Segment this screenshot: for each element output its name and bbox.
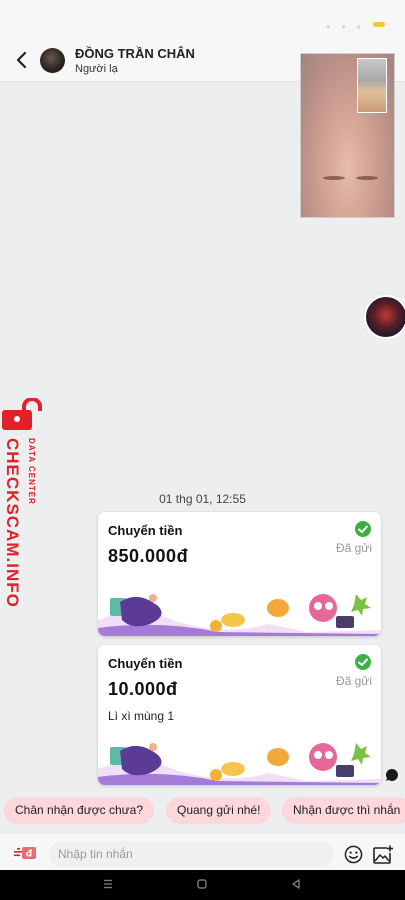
transfer-amount: 10.000đ	[108, 679, 178, 699]
quick-reply-chip[interactable]: Nhận được thì nhắn	[282, 797, 405, 824]
image-add-icon[interactable]	[373, 845, 393, 864]
battery-icon	[373, 22, 385, 27]
transfer-amount: 850.000đ	[108, 546, 189, 566]
floating-chat-head[interactable]	[364, 295, 405, 339]
card-title: Chuyển tiền	[108, 656, 183, 671]
money-transfer-card[interactable]: Chuyển tiền 10.000đ Đã gửi Lì xì mùng 1	[98, 645, 381, 785]
arrow-left-icon[interactable]	[13, 49, 31, 71]
contact-status: Người lạ	[75, 63, 118, 75]
back-nav-icon[interactable]	[289, 877, 303, 891]
contact-name[interactable]: ĐỒNG TRẦN CHÂN	[75, 46, 195, 61]
transfer-note: Lì xì mùng 1	[108, 709, 175, 723]
transfer-status: Đã gửi	[335, 674, 372, 688]
money-transfer-card[interactable]: Chuyển tiền 850.000đ Đã gửi	[98, 512, 381, 636]
lock-icon	[2, 398, 42, 430]
transfer-illustration	[98, 594, 381, 636]
system-navigation-bar	[0, 870, 405, 900]
money-transfer-icon[interactable]: đ	[14, 845, 36, 861]
quick-reply-suggestions: Chân nhận được chưa? Quang gửi nhé! Nhận…	[0, 797, 405, 825]
video-call-remote[interactable]	[300, 53, 395, 218]
avatar[interactable]	[40, 48, 65, 73]
watermark-text: CHECKSCAM.INFO	[3, 438, 22, 608]
transfer-illustration	[98, 743, 381, 785]
check-circle-icon	[355, 521, 371, 537]
status-bar: ● ● ●	[0, 0, 405, 40]
smiley-icon[interactable]	[344, 845, 363, 864]
menu-icon[interactable]	[101, 877, 115, 891]
card-title: Chuyển tiền	[108, 523, 183, 538]
status-icons: ● ● ●	[326, 22, 365, 31]
quick-reply-chip[interactable]: Quang gửi nhé!	[166, 797, 272, 824]
chat-bubble-icon[interactable]	[385, 768, 399, 782]
video-face-detail	[323, 176, 345, 180]
check-circle-icon	[355, 654, 371, 670]
transfer-status: Đã gửi	[335, 541, 372, 555]
video-call-local[interactable]	[357, 58, 387, 113]
quick-reply-chip[interactable]: Chân nhận được chưa?	[4, 797, 155, 824]
money-badge: đ	[26, 850, 33, 860]
message-input[interactable]	[49, 841, 334, 867]
video-face-detail	[356, 176, 378, 180]
message-timestamp: 01 thg 01, 12:55	[159, 492, 246, 506]
home-icon[interactable]	[195, 877, 209, 891]
message-input-bar: đ	[0, 834, 405, 870]
